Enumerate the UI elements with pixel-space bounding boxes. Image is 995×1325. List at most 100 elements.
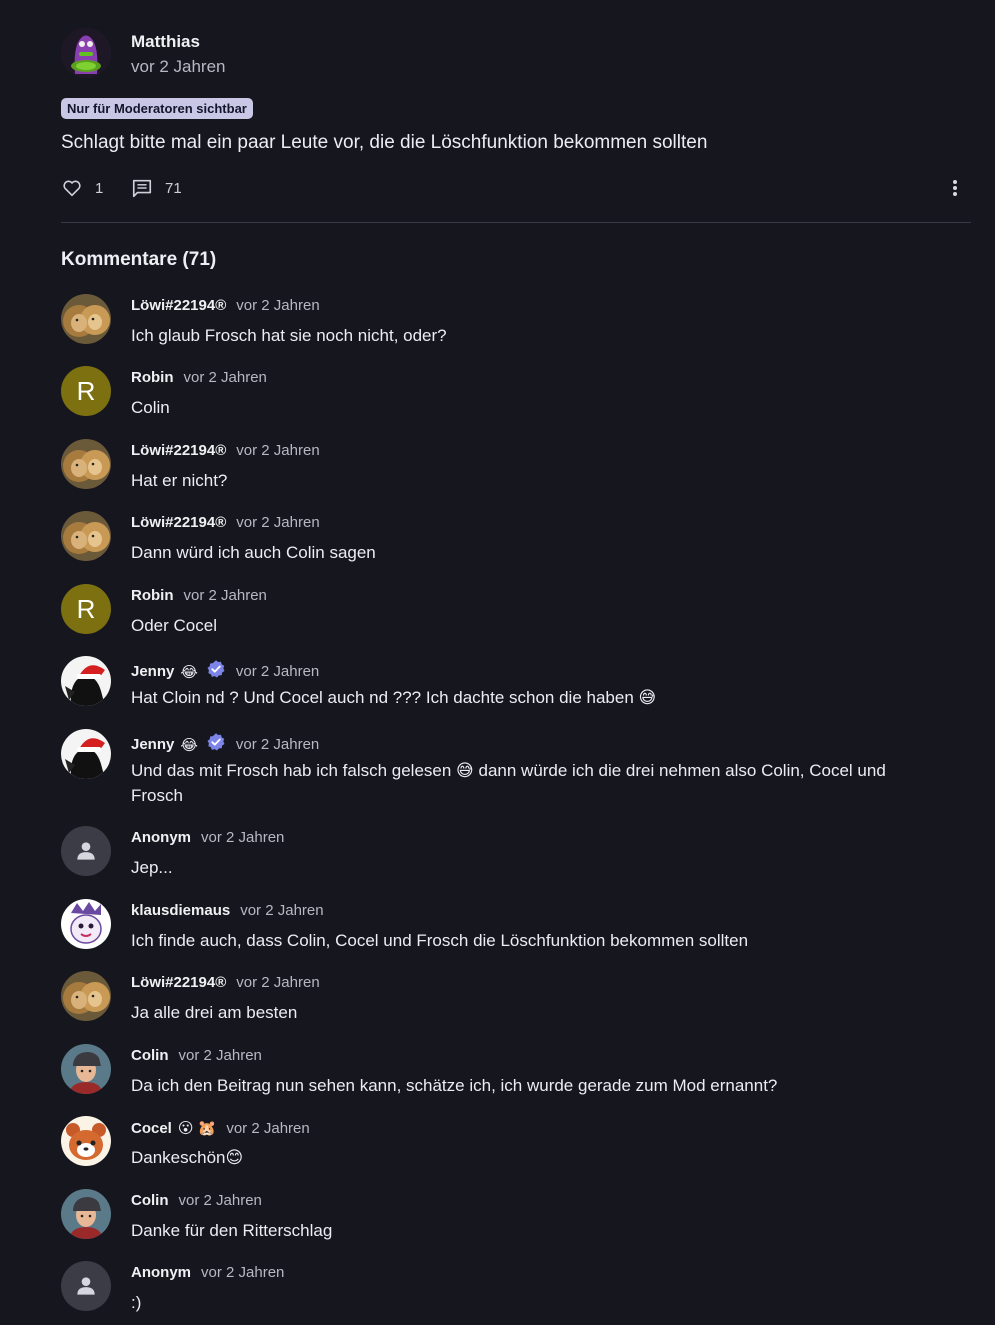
comment-avatar[interactable]	[61, 1116, 111, 1166]
comment-author-name[interactable]: Colin	[131, 1192, 169, 1209]
comment-author-name[interactable]: Löwi#22194®	[131, 974, 226, 991]
comment-avatar[interactable]	[61, 729, 111, 779]
comment-meta: Robin vor 2 Jahren	[131, 587, 267, 604]
comment-avatar[interactable]	[61, 439, 111, 489]
comment-meta: Löwi#22194® vor 2 Jahren	[131, 974, 320, 991]
comment-avatar[interactable]	[61, 1189, 111, 1239]
comment-author-name[interactable]: Jenny	[131, 736, 174, 753]
comment-timestamp: vor 2 Jahren	[201, 829, 285, 846]
comment-text: Oder Cocel	[131, 616, 217, 635]
comment-author-name[interactable]: Cocel	[131, 1120, 172, 1137]
comment-item: Löwi#22194® vor 2 Jahren Hat er nicht?	[61, 439, 961, 499]
comment-avatar[interactable]	[61, 656, 111, 706]
comment-timestamp: vor 2 Jahren	[183, 369, 267, 386]
verified-badge-icon	[207, 733, 225, 751]
comment-author-name[interactable]: Jenny	[131, 663, 174, 680]
avatar-letter: R	[76, 593, 96, 624]
author-emoji: 😂	[180, 736, 198, 754]
comment-avatar[interactable]: R	[61, 366, 111, 416]
comment-item: klausdiemaus vor 2 Jahren Ich finde auch, …	[61, 899, 961, 959]
comment-meta: klausdiemaus vor 2 Jahren	[131, 902, 324, 919]
post-page: Matthias vor 2 Jahren Nur für Moderatore…	[0, 0, 995, 1325]
comment-timestamp: vor 2 Jahren	[236, 514, 320, 531]
comment-item: Jenny 😂 vor 2 Jahren Und das mit Frosch hab…	[61, 729, 961, 809]
comment-meta: Colin vor 2 Jahren	[131, 1047, 262, 1064]
author-avatar[interactable]	[61, 28, 111, 78]
comment-timestamp: vor 2 Jahren	[236, 442, 320, 459]
comment-timestamp: vor 2 Jahren	[178, 1192, 262, 1209]
comment-avatar[interactable]	[61, 1261, 111, 1311]
comment-author-name[interactable]: Löwi#22194®	[131, 514, 226, 531]
verified-badge-icon	[207, 660, 225, 678]
comment-meta: Jenny 😂 vor 2 Jahren	[131, 659, 319, 684]
comment-item: R Robin vor 2 Jahren Oder Cocel	[61, 584, 961, 644]
comment-avatar[interactable]	[61, 899, 111, 949]
comment-text: Dankeschön😊	[131, 1148, 244, 1167]
comment-timestamp: vor 2 Jahren	[178, 1047, 262, 1064]
comment-text: Und das mit Frosch hab ich falsch gelese…	[131, 761, 886, 805]
comment-author-name[interactable]: Löwi#22194®	[131, 297, 226, 314]
comment-author-name[interactable]: Robin	[131, 587, 174, 604]
comment-avatar[interactable]	[61, 826, 111, 876]
comment-text: Colin	[131, 398, 170, 417]
author-emoji: 😂	[180, 663, 198, 681]
comment-timestamp: vor 2 Jahren	[235, 663, 320, 680]
comments-heading: Kommentare (71)	[61, 249, 217, 270]
comment-icon	[132, 179, 152, 198]
comments-button[interactable]: 71	[131, 176, 182, 200]
lion-icon	[61, 971, 111, 1021]
verified-badge	[206, 659, 226, 684]
lion-icon	[61, 294, 111, 344]
post-author-name[interactable]: Matthias	[131, 32, 200, 52]
comment-meta: Anonym vor 2 Jahren	[131, 829, 284, 846]
red-panda-icon	[61, 1116, 111, 1166]
comment-item: Cocel 😮 🐹 vor 2 Jahren Dankeschön😊	[61, 1116, 961, 1176]
lion-icon	[61, 439, 111, 489]
avatar-letter: R	[76, 375, 96, 406]
comment-author-name[interactable]: Löwi#22194®	[131, 442, 226, 459]
post-text: Schlagt bitte mal ein paar Leute vor, di…	[61, 132, 708, 153]
comment-text: Dann würd ich auch Colin sagen	[131, 543, 376, 562]
comment-item: Colin vor 2 Jahren Danke für den Rittersch…	[61, 1189, 961, 1249]
comment-avatar[interactable]	[61, 1044, 111, 1094]
divider	[61, 222, 971, 223]
comment-avatar[interactable]	[61, 971, 111, 1021]
more-options-button[interactable]	[944, 176, 966, 200]
comment-meta: Cocel 😮 🐹 vor 2 Jahren	[131, 1119, 310, 1138]
comment-avatar[interactable]: R	[61, 584, 111, 634]
comment-timestamp: vor 2 Jahren	[236, 297, 320, 314]
post-timestamp: vor 2 Jahren	[131, 57, 226, 76]
comment-author-name[interactable]: klausdiemaus	[131, 902, 230, 919]
comment-text: Danke für den Ritterschlag	[131, 1221, 333, 1240]
comment-meta: Robin vor 2 Jahren	[131, 369, 267, 386]
comment-meta: Löwi#22194® vor 2 Jahren	[131, 442, 320, 459]
comment-avatar[interactable]	[61, 511, 111, 561]
verified-badge	[206, 732, 226, 757]
comment-item: Colin vor 2 Jahren Da ich den Beitrag nun …	[61, 1044, 961, 1104]
comment-text: Hat er nicht?	[131, 471, 228, 490]
comment-author-name[interactable]: Colin	[131, 1047, 169, 1064]
comment-text: Hat Cloin nd ? Und Cocel auch nd ??? Ich…	[131, 688, 657, 707]
comment-text: Ich finde auch, dass Colin, Cocel und Fr…	[131, 931, 749, 950]
like-count: 1	[95, 179, 104, 197]
santa-hat-icon	[61, 656, 111, 706]
like-button[interactable]: 1	[61, 176, 103, 200]
comment-item: Löwi#22194® vor 2 Jahren Dann würd ich auc…	[61, 511, 961, 571]
comment-item: Löwi#22194® vor 2 Jahren Ja alle drei am b…	[61, 971, 961, 1031]
comment-timestamp: vor 2 Jahren	[226, 1119, 310, 1137]
comment-text: Da ich den Beitrag nun sehen kann, schät…	[131, 1076, 778, 1095]
comment-author-name[interactable]: Robin	[131, 369, 174, 386]
comment-timestamp: vor 2 Jahren	[183, 587, 267, 604]
comment-item: Anonym vor 2 Jahren Jep...	[61, 826, 961, 886]
comment-item: Löwi#22194® vor 2 Jahren Ich glaub Frosch …	[61, 294, 961, 354]
cartoon-character-icon	[61, 899, 111, 949]
comment-author-name[interactable]: Anonym	[131, 1264, 191, 1281]
santa-hat-icon	[61, 729, 111, 779]
moderator-only-badge: Nur für Moderatoren sichtbar	[61, 98, 253, 119]
comment-text: Jep...	[131, 858, 173, 877]
author-emoji: 😮 🐹	[177, 1120, 217, 1137]
person-icon	[77, 842, 95, 860]
comment-avatar[interactable]	[61, 294, 111, 344]
comment-author-name[interactable]: Anonym	[131, 829, 191, 846]
comment-timestamp: vor 2 Jahren	[235, 736, 320, 753]
